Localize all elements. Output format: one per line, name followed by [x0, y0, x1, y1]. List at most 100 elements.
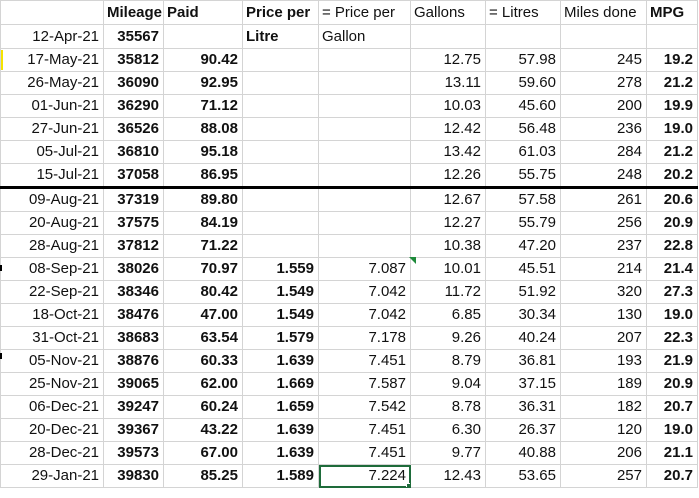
cell-paid[interactable]: 89.80 [163, 187, 243, 212]
cell-paid[interactable]: 71.12 [163, 94, 243, 118]
cell-mileage[interactable]: 38876 [103, 349, 164, 373]
header-cell-litre-sub[interactable]: Litre [242, 24, 319, 49]
cell-price-per-litre[interactable] [242, 117, 319, 141]
cell-price-per-gallon[interactable] [318, 211, 411, 235]
cell-date[interactable]: 20-Aug-21 [0, 211, 104, 235]
cell-mileage[interactable]: 37058 [103, 163, 164, 189]
cell-price-per-litre[interactable]: 1.659 [242, 395, 319, 419]
cell-gallons[interactable]: 13.11 [410, 71, 486, 95]
cell-date[interactable]: 05-Nov-21 [0, 349, 104, 373]
cell-paid[interactable]: 88.08 [163, 117, 243, 141]
header-cell-gallons[interactable]: Gallons [410, 0, 486, 25]
cell-mileage[interactable]: 39367 [103, 418, 164, 442]
cell-price-per-gallon[interactable]: 7.451 [318, 349, 411, 373]
cell-mileage[interactable]: 36810 [103, 140, 164, 164]
comment-indicator-icon[interactable] [409, 257, 416, 264]
cell-miles-done[interactable]: 200 [560, 94, 647, 118]
cell-miles-done[interactable]: 236 [560, 117, 647, 141]
cell-price-per-gallon[interactable]: 7.451 [318, 418, 411, 442]
cell-litres[interactable]: 45.51 [485, 257, 561, 281]
cell-miles-done[interactable]: 237 [560, 234, 647, 258]
cell-price-per-litre[interactable] [242, 187, 319, 212]
cell-paid[interactable]: 80.42 [163, 280, 243, 304]
cell-gallons[interactable]: 9.77 [410, 441, 486, 465]
cell-gallons[interactable]: 12.27 [410, 211, 486, 235]
cell-price-per-litre[interactable]: 1.549 [242, 280, 319, 304]
cell-mileage[interactable]: 37319 [103, 187, 164, 212]
cell-date[interactable]: 27-Jun-21 [0, 117, 104, 141]
cell-litres[interactable]: 51.92 [485, 280, 561, 304]
cell-mpg[interactable]: 22.8 [646, 234, 698, 258]
fill-handle[interactable] [406, 483, 410, 487]
cell-date[interactable]: 20-Dec-21 [0, 418, 104, 442]
cell-mileage[interactable]: 37812 [103, 234, 164, 258]
cell-date[interactable]: 08-Sep-21 [0, 257, 104, 281]
header-cell-date[interactable] [0, 0, 104, 25]
cell-mileage[interactable]: 36526 [103, 117, 164, 141]
cell-litres[interactable]: 55.79 [485, 211, 561, 235]
cell-price-per-gallon[interactable]: 7.042 [318, 280, 411, 304]
cell-date[interactable]: 09-Aug-21 [0, 187, 104, 212]
cell-mpg[interactable]: 20.9 [646, 211, 698, 235]
cell-date[interactable]: 29-Jan-21 [0, 464, 104, 488]
cell-miles[interactable] [560, 24, 647, 49]
cell-litres[interactable]: 40.88 [485, 441, 561, 465]
cell-miles-done[interactable]: 206 [560, 441, 647, 465]
cell-miles-done[interactable]: 189 [560, 372, 647, 396]
cell-miles-done[interactable]: 207 [560, 326, 647, 350]
cell-date[interactable]: 22-Sep-21 [0, 280, 104, 304]
cell-paid[interactable]: 71.22 [163, 234, 243, 258]
cell-date[interactable]: 17-May-21 [0, 48, 104, 72]
cell-price-per-litre[interactable]: 1.589 [242, 464, 319, 488]
header-cell-price-per-litre[interactable]: Price per [242, 0, 319, 25]
cell-mpg[interactable]: 19.0 [646, 303, 698, 327]
cell-mpg[interactable]: 21.2 [646, 140, 698, 164]
cell-paid[interactable]: 60.33 [163, 349, 243, 373]
cell-gallons[interactable]: 8.79 [410, 349, 486, 373]
cell-litres[interactable]: 36.31 [485, 395, 561, 419]
cell-mileage[interactable]: 35812 [103, 48, 164, 72]
cell-paid[interactable]: 90.42 [163, 48, 243, 72]
cell-paid[interactable]: 62.00 [163, 372, 243, 396]
cell-mpg[interactable]: 21.1 [646, 441, 698, 465]
cell-paid[interactable]: 85.25 [163, 464, 243, 488]
cell-price-per-gallon[interactable]: 7.542 [318, 395, 411, 419]
cell-gallons[interactable]: 12.43 [410, 464, 486, 488]
cell-gallons[interactable] [410, 24, 486, 49]
cell-litres[interactable]: 45.60 [485, 94, 561, 118]
cell-paid[interactable]: 70.97 [163, 257, 243, 281]
cell-gallons[interactable]: 10.38 [410, 234, 486, 258]
cell-mileage[interactable]: 38346 [103, 280, 164, 304]
cell-price-per-litre[interactable] [242, 48, 319, 72]
cell-gallons[interactable]: 13.42 [410, 140, 486, 164]
cell-price-per-litre[interactable] [242, 71, 319, 95]
cell-gallons[interactable]: 10.01 [410, 257, 486, 281]
cell-mileage[interactable]: 39830 [103, 464, 164, 488]
cell-paid[interactable]: 63.54 [163, 326, 243, 350]
cell-date[interactable]: 31-Oct-21 [0, 326, 104, 350]
cell-miles-done[interactable]: 120 [560, 418, 647, 442]
cell-litres[interactable]: 30.34 [485, 303, 561, 327]
cell-miles-done[interactable]: 256 [560, 211, 647, 235]
cell-mileage[interactable]: 38026 [103, 257, 164, 281]
cell-price-per-litre[interactable] [242, 234, 319, 258]
cell-miles-done[interactable]: 248 [560, 163, 647, 189]
cell-date[interactable]: 12-Apr-21 [0, 24, 104, 49]
cell-price-per-litre[interactable]: 1.669 [242, 372, 319, 396]
cell-miles-done[interactable]: 278 [560, 71, 647, 95]
cell-price-per-gallon[interactable]: 7.451 [318, 441, 411, 465]
cell-paid[interactable]: 84.19 [163, 211, 243, 235]
cell-miles-done[interactable]: 284 [560, 140, 647, 164]
cell-paid[interactable]: 92.95 [163, 71, 243, 95]
cell-miles-done[interactable]: 214 [560, 257, 647, 281]
cell-litres[interactable]: 37.15 [485, 372, 561, 396]
header-cell-price-per-gallon[interactable]: = Price per [318, 0, 411, 25]
cell-litres[interactable] [485, 24, 561, 49]
cell-mileage[interactable]: 39247 [103, 395, 164, 419]
cell-date[interactable]: 28-Dec-21 [0, 441, 104, 465]
header-cell-mileage[interactable]: Mileage [103, 0, 164, 25]
cell-litres[interactable]: 61.03 [485, 140, 561, 164]
cell-gallons[interactable]: 12.75 [410, 48, 486, 72]
cell-mpg[interactable]: 19.2 [646, 48, 698, 72]
cell-gallons[interactable]: 9.26 [410, 326, 486, 350]
